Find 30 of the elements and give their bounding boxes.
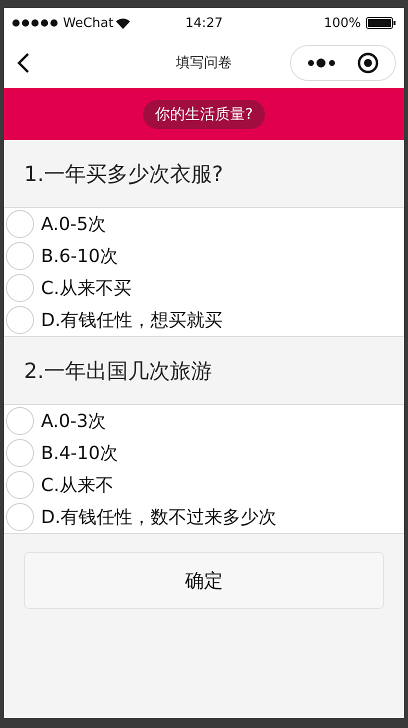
survey-title: 你的生活质量? bbox=[143, 100, 265, 128]
option-label: B.4-10次 bbox=[41, 442, 118, 465]
option-label: A.0-5次 bbox=[41, 213, 106, 236]
radio-button[interactable] bbox=[6, 503, 34, 531]
page-title: 填写问卷 bbox=[176, 55, 232, 71]
radio-button[interactable] bbox=[6, 274, 34, 302]
option-label: D.有钱任性，数不过来多少次 bbox=[41, 506, 277, 529]
battery-percent: 100% bbox=[324, 16, 361, 30]
confirm-button[interactable]: 确定 bbox=[24, 552, 384, 609]
radio-button[interactable] bbox=[6, 407, 34, 435]
radio-button[interactable] bbox=[6, 210, 34, 238]
more-icon[interactable] bbox=[307, 58, 337, 68]
option-label: B.6-10次 bbox=[41, 245, 118, 268]
radio-button[interactable] bbox=[6, 439, 34, 467]
option-label: C.从来不买 bbox=[41, 277, 132, 300]
option-label: A.0-3次 bbox=[41, 410, 106, 433]
close-icon[interactable] bbox=[357, 52, 379, 74]
radio-button[interactable] bbox=[6, 242, 34, 270]
option-label: D.有钱任性，想买就买 bbox=[41, 309, 223, 332]
back-icon[interactable] bbox=[16, 52, 30, 74]
carrier-name: WeChat bbox=[63, 16, 114, 30]
radio-button[interactable] bbox=[6, 471, 34, 499]
radio-button[interactable] bbox=[6, 306, 34, 334]
signal-icon bbox=[12, 19, 60, 27]
question-title: 1.一年买多少次衣服? bbox=[24, 160, 224, 188]
question-title: 2.一年出国几次旅游 bbox=[24, 358, 212, 384]
battery-icon bbox=[366, 17, 396, 29]
wifi-icon bbox=[116, 18, 130, 28]
clock-time: 14:27 bbox=[185, 16, 223, 30]
option-label: C.从来不 bbox=[41, 474, 114, 497]
